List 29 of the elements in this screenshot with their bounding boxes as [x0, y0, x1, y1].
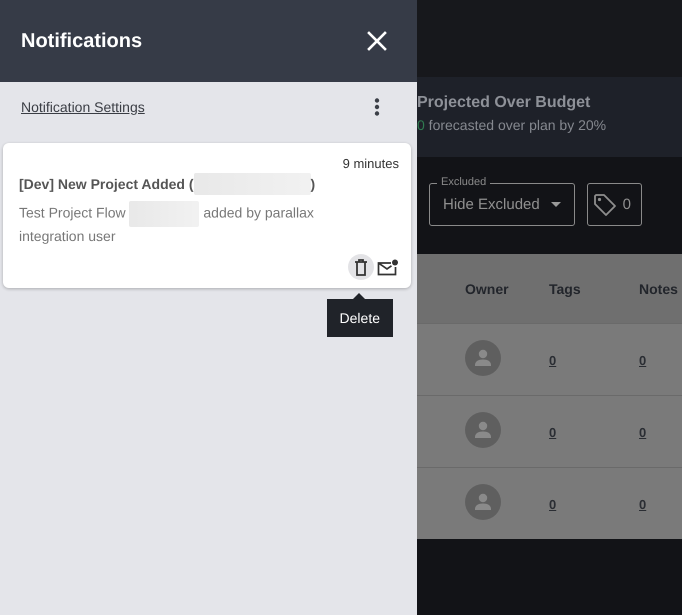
drawer-title: Notifications — [21, 30, 142, 52]
tag-icon — [593, 192, 617, 216]
close-button[interactable] — [367, 31, 387, 51]
tag-filter-button[interactable]: 0 — [587, 183, 642, 226]
notification-message: Test Project Flow added by parallax integration user — [19, 201, 329, 246]
column-header: Tags — [549, 280, 582, 296]
budget-title: Projected Over Budget — [417, 94, 590, 112]
tags-count-link[interactable]: 0 — [549, 424, 556, 440]
budget-summary: 0 forecasted over plan by 20% — [417, 117, 606, 133]
tags-count-link[interactable]: 0 — [549, 352, 556, 368]
notification-settings-link[interactable]: Notification Settings — [21, 99, 145, 115]
trash-icon — [354, 258, 368, 276]
tags-count-link[interactable]: 0 — [549, 496, 556, 512]
delete-tooltip: Delete — [326, 293, 393, 337]
avatar-icon — [465, 340, 501, 376]
delete-button[interactable] — [348, 254, 374, 280]
column-header: Owner — [465, 280, 510, 296]
notification-title: [Dev] New Project Added ( ) — [19, 173, 316, 195]
caret-icon — [551, 202, 561, 207]
avatar-icon — [465, 484, 501, 520]
notes-count-link[interactable]: 0 — [639, 352, 646, 368]
mail-icon — [376, 258, 398, 276]
excluded-dropdown[interactable]: Excluded Hide Excluded — [429, 176, 575, 226]
column-header: Notes — [639, 280, 679, 296]
more-options-button[interactable] — [374, 98, 380, 116]
notification-time: 9 minutes — [342, 156, 399, 171]
avatar-icon — [465, 412, 501, 448]
notes-count-link[interactable]: 0 — [639, 496, 646, 512]
notes-count-link[interactable]: 0 — [639, 424, 646, 440]
